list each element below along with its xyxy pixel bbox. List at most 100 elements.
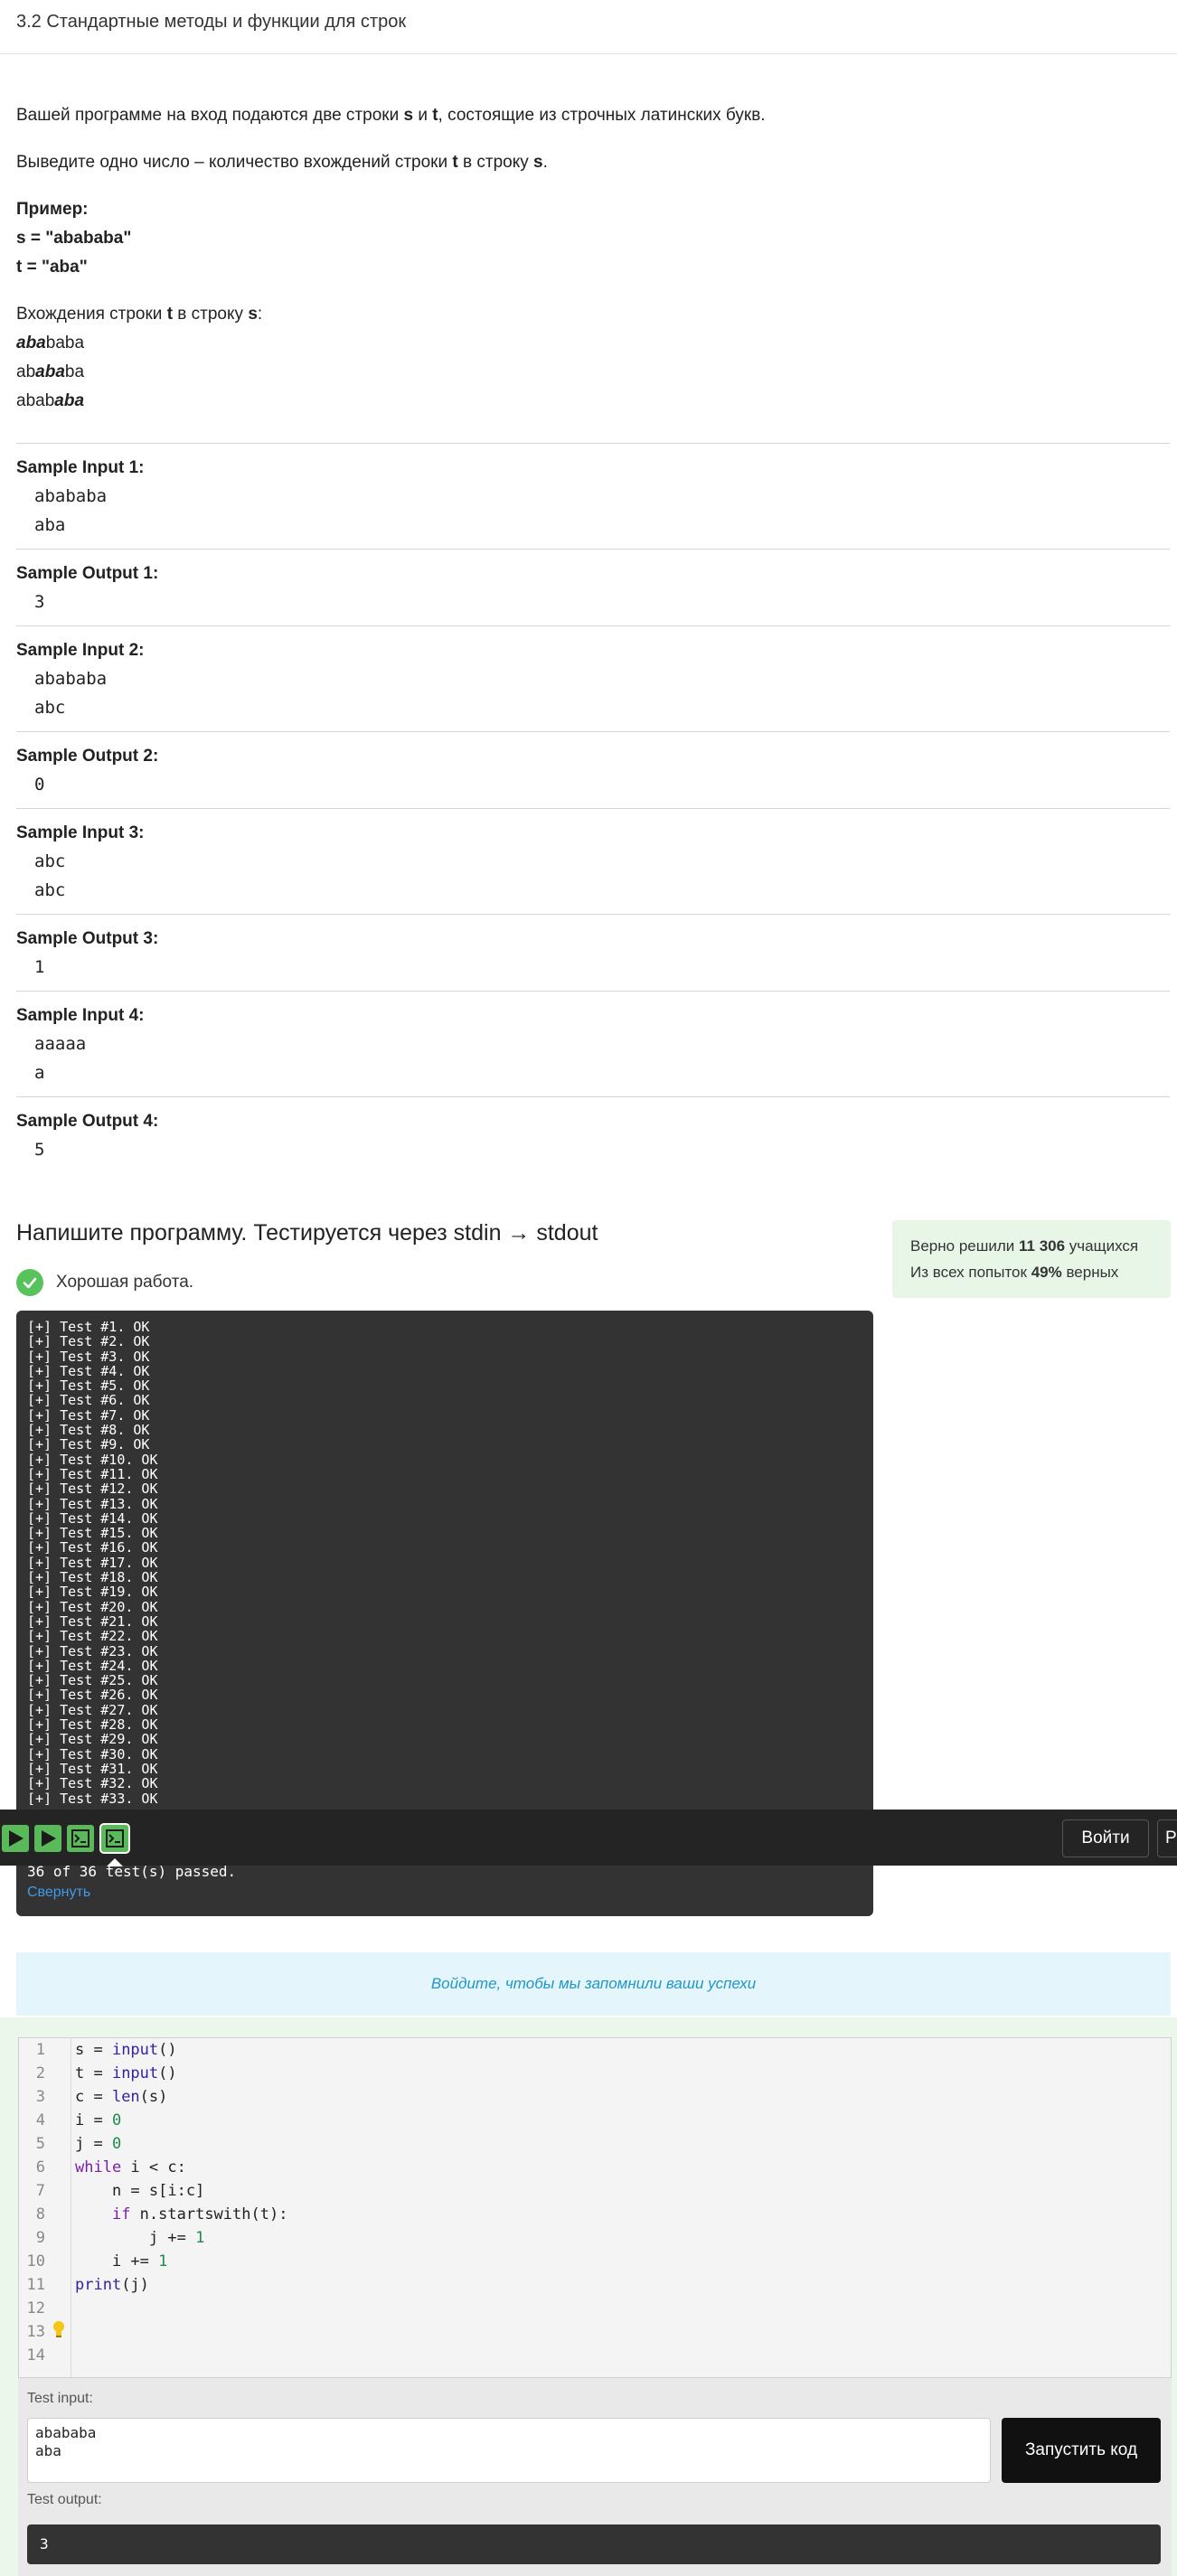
line-number: 2 <box>35 2064 45 2082</box>
line-number: 1 <box>35 2041 45 2059</box>
test-result-line: [+] Test #22. OK <box>27 1628 158 1645</box>
code-line[interactable]: while i < c: <box>75 2156 287 2179</box>
sample-label: Sample Input 3: <box>16 823 145 842</box>
sample-code-line: abc <box>34 698 66 718</box>
line-number: 6 <box>35 2158 45 2176</box>
test-result-line: [+] Test #12. OK <box>27 1481 158 1498</box>
test-result-line: [+] Test #31. OK <box>27 1760 158 1777</box>
test-result-line: [+] Test #32. OK <box>27 1775 158 1792</box>
line-number: 7 <box>35 2182 45 2200</box>
line-number: 5 <box>35 2135 45 2153</box>
test-output-label: Test output: <box>27 2492 102 2507</box>
sample-label: Sample Output 3: <box>16 929 159 948</box>
success-status: Хорошая работа. <box>16 1267 193 1298</box>
terminal-icon[interactable] <box>67 1825 94 1852</box>
code-line[interactable] <box>75 2297 287 2320</box>
line-number: 10 <box>26 2252 45 2270</box>
lightbulb-icon[interactable] <box>52 2320 66 2338</box>
test-panel: Test input: abababa aba Запустить код Te… <box>18 2377 1172 2576</box>
test-result-line: [+] Test #8. OK <box>27 1422 150 1439</box>
code-line[interactable]: n = s[i:c] <box>75 2179 287 2203</box>
code-line[interactable]: if n.startswith(t): <box>75 2203 287 2226</box>
collapse-link[interactable]: Свернуть <box>27 1885 90 1901</box>
code-line[interactable]: j += 1 <box>75 2226 287 2250</box>
test-result-line: [+] Test #24. OK <box>27 1657 158 1674</box>
success-text: Хорошая работа. <box>56 1273 194 1292</box>
test-result-line: [+] Test #25. OK <box>27 1672 158 1689</box>
sample-label: Sample Input 1: <box>16 458 145 477</box>
code-token: 1 <box>195 2229 205 2247</box>
sample-code-line: 5 <box>34 1140 45 1160</box>
code-area[interactable]: s = input() t = input() c = len(s) i = 0… <box>75 2038 287 2367</box>
sample-block: Sample Output 4: 5 <box>16 1096 1170 1173</box>
example-t: t = "aba" <box>16 258 88 277</box>
line-number: 12 <box>26 2299 45 2317</box>
stats-attempts: Из всех попыток 49% верных <box>910 1264 1119 1281</box>
code-line[interactable]: c = len(s) <box>75 2085 287 2109</box>
code-line[interactable]: print(j) <box>75 2273 287 2297</box>
test-result-line: [+] Test #15. OK <box>27 1525 158 1542</box>
sample-block: Sample Input 1: abababa aba <box>16 443 1170 549</box>
occurrences-block: Вхождения строки t в строку s: abababa a… <box>16 300 1170 416</box>
login-banner[interactable]: Войдите, чтобы мы запомнили ваши успехи <box>16 1952 1171 2016</box>
sample-code-line: abc <box>34 851 66 871</box>
sample-label: Sample Input 2: <box>16 641 145 660</box>
test-result-line: [+] Test #13. OK <box>27 1495 158 1512</box>
occurrences-heading: Вхождения строки t в строку s: <box>16 305 263 324</box>
sample-code-line: aba <box>34 515 66 535</box>
code-token: while <box>75 2158 122 2176</box>
terminal-icon[interactable] <box>99 1823 130 1854</box>
test-result-line: [+] Test #6. OK <box>27 1392 150 1409</box>
test-result-line: [+] Test #4. OK <box>27 1362 150 1379</box>
test-input-label: Test input: <box>27 2391 93 2406</box>
occurrence-line: abababa <box>16 334 85 353</box>
code-line[interactable] <box>75 2320 287 2344</box>
code-line[interactable]: i = 0 <box>75 2109 287 2132</box>
code-line[interactable]: i += 1 <box>75 2250 287 2273</box>
code-line[interactable]: j = 0 <box>75 2132 287 2156</box>
code-token: 0 <box>111 2135 122 2153</box>
stats-solved: Верно решили 11 306 учащихся <box>910 1237 1139 1255</box>
test-input-field[interactable]: abababa aba <box>27 2418 991 2483</box>
test-result-line: [+] Test #9. OK <box>27 1436 150 1453</box>
sample-block: Sample Output 1: 3 <box>16 549 1170 625</box>
run-code-button[interactable]: Запустить код <box>1002 2418 1161 2483</box>
line-number: 11 <box>26 2276 45 2294</box>
page-header: 3.2 Стандартные методы и функции для стр… <box>0 0 1177 54</box>
test-result-line: [+] Test #27. OK <box>27 1701 158 1718</box>
sample-code-line: abc <box>34 880 66 900</box>
test-result-line: [+] Test #2. OK <box>27 1333 150 1350</box>
test-result-line: [+] Test #21. OK <box>27 1612 158 1630</box>
test-result-line: [+] Test #30. OK <box>27 1745 158 1763</box>
code-line[interactable]: t = input() <box>75 2062 287 2085</box>
test-result-line: [+] Test #28. OK <box>27 1716 158 1734</box>
sample-label: Sample Input 4: <box>16 1006 145 1025</box>
register-button[interactable]: Р <box>1157 1819 1177 1857</box>
code-line[interactable]: s = input() <box>75 2038 287 2062</box>
occurrence-line: abababa <box>16 391 85 410</box>
line-number: 14 <box>26 2346 45 2364</box>
sample-label: Sample Output 1: <box>16 564 159 583</box>
test-result-line: [+] Test #17. OK <box>27 1554 158 1571</box>
active-caret <box>107 1858 123 1866</box>
login-button[interactable]: Войти <box>1062 1819 1149 1857</box>
code-line[interactable] <box>75 2344 287 2367</box>
sample-code-line: abababa <box>34 669 108 689</box>
code-token: 1 <box>158 2252 168 2270</box>
play-icon[interactable] <box>2 1825 29 1852</box>
test-result-line: [+] Test #16. OK <box>27 1539 158 1556</box>
code-editor[interactable]: 1 2 3 4 5 6 7 8 9 10 11 12 13 14 s = input() t = inpu… <box>18 2037 1172 2406</box>
test-result-line: [+] Test #10. OK <box>27 1451 158 1468</box>
sample-block: Sample Output 2: 0 <box>16 731 1170 808</box>
stats-panel: Верно решили 11 306 учащихся Из всех поп… <box>892 1220 1171 1298</box>
test-result-line: [+] Test #3. OK <box>27 1348 150 1365</box>
code-token: input <box>111 2064 159 2082</box>
play-icon[interactable] <box>34 1825 61 1852</box>
sample-block: Sample Input 4: aaaaa a <box>16 991 1170 1096</box>
line-number: 9 <box>35 2229 45 2247</box>
check-icon <box>16 1269 43 1296</box>
sample-label: Sample Output 2: <box>16 747 159 766</box>
example-label: Пример: <box>16 200 89 219</box>
test-result-line: [+] Test #1. OK <box>27 1319 150 1335</box>
test-result-line: [+] Test #29. OK <box>27 1731 158 1748</box>
